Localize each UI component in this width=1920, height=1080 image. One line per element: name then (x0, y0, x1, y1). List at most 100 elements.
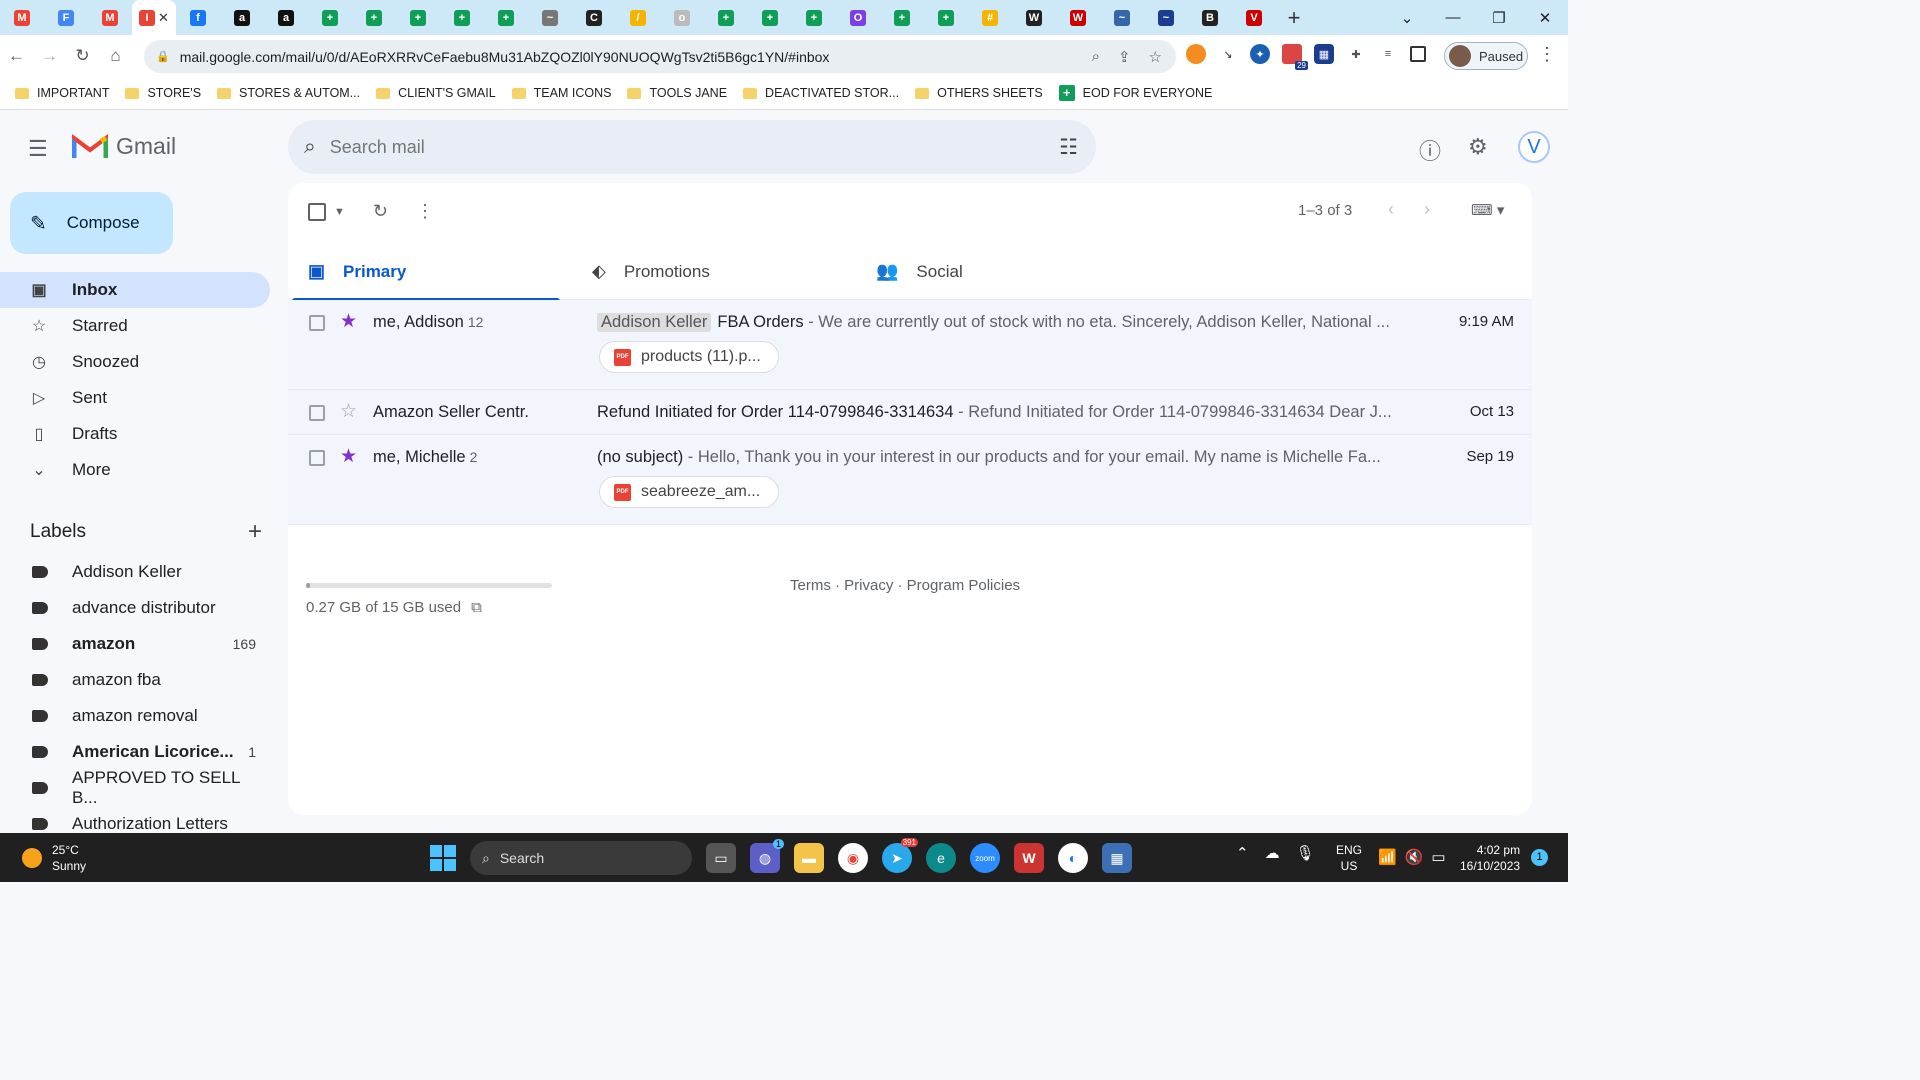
row-checkbox[interactable] (309, 315, 325, 331)
account-avatar[interactable]: V (1518, 131, 1550, 163)
browser-tab[interactable]: # (968, 0, 1012, 35)
weather-widget[interactable]: 25°C Sunny (22, 842, 86, 874)
bookmark-item[interactable]: DEACTIVATED STOR... (743, 86, 899, 100)
nav-item-drafts[interactable]: ▯ Drafts (0, 416, 270, 452)
vpn-icon[interactable]: ◐ (1058, 843, 1088, 873)
browser-tab[interactable]: + (396, 0, 440, 35)
chevron-up-icon[interactable]: ⌃ (1236, 844, 1249, 862)
email-row[interactable]: ★ me, Michelle 2 (no subject) - Hello, Than… (288, 435, 1532, 525)
home-button[interactable]: ⌂ (99, 46, 132, 66)
browser-tab[interactable]: a (264, 0, 308, 35)
quick-settings[interactable]: 📶 🔇 ▭ (1378, 848, 1446, 866)
bookmark-item[interactable]: TEAM ICONS (511, 86, 611, 100)
row-checkbox[interactable] (309, 450, 325, 466)
more-options-icon[interactable]: ⋮ (416, 201, 434, 222)
zoom-icon[interactable]: zoom (970, 843, 1000, 873)
email-label-badge[interactable]: Addison Keller (597, 313, 712, 332)
nav-item-starred[interactable]: ☆ Starred (0, 308, 270, 344)
browser-tab[interactable]: C (572, 0, 616, 35)
bookmark-item[interactable]: + EOD FOR EVERYONE (1058, 85, 1212, 101)
reading-list-icon[interactable]: ≡ (1378, 44, 1398, 64)
attachment-chip[interactable]: PDF seabreeze_am... (599, 476, 779, 508)
browser-tab[interactable]: + (704, 0, 748, 35)
nav-item-inbox[interactable]: ▣ Inbox (0, 272, 270, 308)
chrome-icon[interactable]: ◉ (838, 843, 868, 873)
calculator-icon[interactable]: ▦ (1102, 843, 1132, 873)
microphone-icon[interactable]: 🎙 (1296, 844, 1315, 862)
bookmark-item[interactable]: STORES & AUTOM... (217, 86, 360, 100)
settings-gear-icon[interactable]: ⚙ (1468, 134, 1488, 160)
label-item[interactable]: Addison Keller (0, 554, 270, 590)
zoom-icon[interactable]: ⌕ (1092, 48, 1100, 66)
edge-icon[interactable]: e (926, 843, 956, 873)
prev-page-icon[interactable]: ‹ (1388, 199, 1394, 220)
browser-tab[interactable]: O (836, 0, 880, 35)
profile-button[interactable]: Paused (1444, 42, 1528, 70)
nav-item-sent[interactable]: ▷ Sent (0, 380, 270, 416)
wps-icon[interactable]: W (1014, 843, 1044, 873)
search-input[interactable] (329, 136, 930, 158)
tab-primary[interactable]: ▣ Primary (288, 243, 572, 301)
browser-tab[interactable]: + (880, 0, 924, 35)
browser-tab[interactable]: + (352, 0, 396, 35)
extension-blue-icon[interactable]: ✦ (1250, 44, 1270, 64)
main-menu-icon[interactable]: ☰ (28, 136, 48, 162)
browser-tab[interactable]: W (1012, 0, 1056, 35)
open-storage-icon[interactable]: ⧉ (471, 599, 482, 616)
browser-tab[interactable]: M (88, 0, 132, 35)
close-tab-icon[interactable]: ✕ (158, 10, 169, 26)
star-icon[interactable]: ★ (340, 310, 357, 333)
compose-button[interactable]: ✎ Compose (10, 192, 173, 254)
browser-tab[interactable]: W (1056, 0, 1100, 35)
star-icon[interactable]: ☆ (340, 400, 357, 423)
browser-tab[interactable]: F (44, 0, 88, 35)
browser-tab[interactable]: / (616, 0, 660, 35)
browser-tab[interactable]: + (484, 0, 528, 35)
notification-badge[interactable]: 1 (1531, 849, 1548, 866)
telegram-icon[interactable]: ➤ 391 (882, 838, 918, 873)
clock[interactable]: 4:02 pm 16/10/2023 (1460, 842, 1520, 874)
close-window-button[interactable]: ✕ (1522, 9, 1568, 27)
browser-tab[interactable]: ~ (1100, 0, 1144, 35)
search-icon[interactable]: ⌕ (304, 135, 316, 159)
browser-tab[interactable]: V (1232, 0, 1276, 35)
browser-tab[interactable]: f (176, 0, 220, 35)
browser-menu-icon[interactable]: ⋮ (1538, 44, 1556, 65)
taskbar-search[interactable]: ⌕ Search (470, 841, 692, 875)
omnibox[interactable]: 🔒 mail.google.com/mail/u/0/d/AEoRXRRvCeF… (144, 40, 1176, 73)
browser-tab[interactable]: a (220, 0, 264, 35)
browser-tab[interactable]: ~ (528, 0, 572, 35)
restore-button[interactable]: ❐ (1476, 9, 1522, 27)
extensions-puzzle-icon[interactable]: ✚ (1346, 44, 1366, 64)
tab-social[interactable]: 👥 Social (856, 243, 1140, 300)
label-item[interactable]: American Licorice... 1 (0, 734, 270, 770)
browser-tab[interactable]: B (1188, 0, 1232, 35)
add-label-icon[interactable]: + (248, 518, 262, 546)
forward-button[interactable]: → (33, 46, 66, 66)
label-item[interactable]: APPROVED TO SELL B... (0, 768, 270, 807)
label-item[interactable]: amazon fba (0, 662, 270, 698)
share-icon[interactable]: ⇪ (1118, 48, 1131, 66)
extension-cursor-icon[interactable]: ↘ (1218, 44, 1238, 64)
browser-tab[interactable]: ~ (1144, 0, 1188, 35)
label-item[interactable]: advance distributor (0, 590, 270, 626)
extension-grid-icon[interactable]: ▦ (1314, 44, 1334, 64)
next-page-icon[interactable]: › (1424, 199, 1430, 220)
side-panel-icon[interactable] (1410, 46, 1426, 62)
tab-search-icon[interactable]: ⌄ (1384, 9, 1430, 27)
back-button[interactable]: ← (0, 46, 33, 66)
search-options-icon[interactable]: ☷ (1059, 135, 1078, 160)
reload-button[interactable]: ↻ (66, 46, 99, 66)
select-all-checkbox[interactable]: ▼ (308, 202, 345, 221)
tab-promotions[interactable]: ⬖ Promotions (572, 243, 856, 300)
teams-icon[interactable]: ◍ 1 (750, 839, 784, 873)
attachment-chip[interactable]: PDF products (11).p... (599, 341, 779, 373)
file-explorer-icon[interactable]: ▬ (794, 843, 824, 873)
browser-tab[interactable]: + (748, 0, 792, 35)
bookmark-item[interactable]: STORE'S (125, 86, 201, 100)
label-item[interactable]: amazon removal (0, 698, 270, 734)
extension-orange-icon[interactable] (1186, 44, 1206, 64)
row-checkbox[interactable] (309, 405, 325, 421)
browser-tab[interactable]: + (440, 0, 484, 35)
new-tab-button[interactable]: + (1276, 5, 1312, 31)
